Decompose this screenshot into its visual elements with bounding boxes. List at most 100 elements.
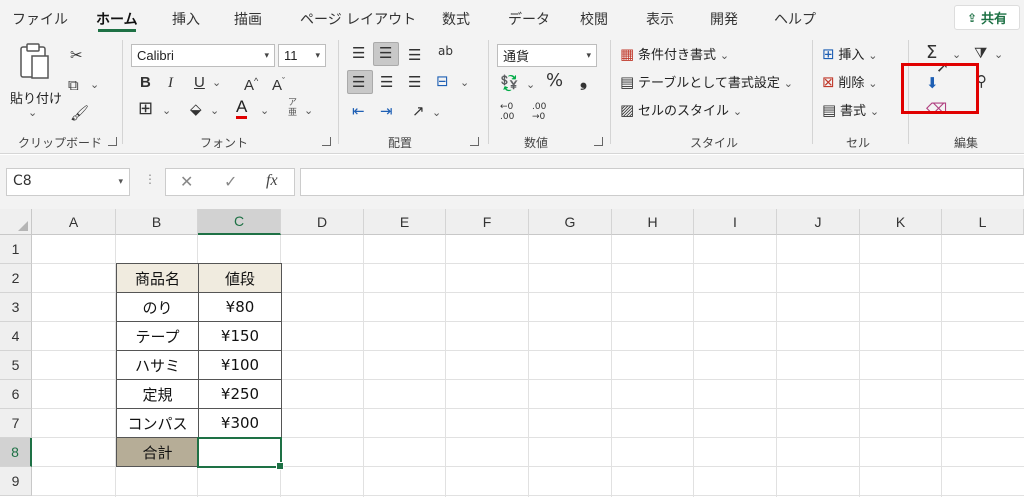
row-header-3[interactable]: 3 [0,293,32,322]
table-cell-product[interactable]: ハサミ [116,350,199,380]
decrease-font-icon[interactable]: Aˇ [272,72,285,95]
borders-icon[interactable]: ⊞ [138,100,153,118]
tab-help[interactable]: ヘルプ [774,9,816,29]
table-header-price[interactable]: 値段 [198,263,282,293]
alignment-launcher-icon[interactable] [470,137,479,146]
row-header-7[interactable]: 7 [0,409,32,438]
comma-style-icon[interactable]: ❟ [580,72,587,90]
table-total-label[interactable]: 合計 [116,437,199,467]
chevron-down-icon[interactable]: ⌄ [432,106,441,119]
column-header-k[interactable]: K [860,209,942,235]
column-header-d[interactable]: D [281,209,364,235]
share-button[interactable]: ⇪ 共有 [954,5,1020,30]
increase-decimal-icon[interactable]: ←0.00 [500,102,514,122]
align-middle-icon[interactable]: ☰ [379,44,392,62]
sort-filter-icon[interactable]: ⧩ [974,44,987,62]
decrease-decimal-icon[interactable]: .00 →0 [532,102,546,122]
insert-cells-button[interactable]: ⊞ 挿入 ⌄ [822,44,877,63]
chevron-down-icon[interactable]: ⌄ [260,104,269,117]
tab-formulas[interactable]: 数式 [442,9,470,29]
table-cell-price[interactable]: ¥250 [198,379,282,409]
insert-function-icon[interactable]: fx [266,172,278,190]
bold-icon[interactable]: B [140,74,151,92]
font-name-select[interactable]: Calibri ▾ [131,44,275,67]
copy-icon[interactable]: ⧉ [68,76,79,94]
column-header-j[interactable]: J [777,209,860,235]
column-header-a[interactable]: A [32,209,116,235]
merge-center-icon[interactable]: ⊟ [436,72,449,90]
align-left-icon[interactable]: ☰ [352,73,365,91]
format-painter-icon[interactable]: 🖌 [70,104,89,122]
wrap-text-icon[interactable]: ab [438,42,453,60]
table-cell-price[interactable]: ¥150 [198,321,282,351]
format-as-table-button[interactable]: ▤ テーブルとして書式設定 ⌄ [620,72,793,91]
tab-draw[interactable]: 描画 [234,9,262,29]
font-size-select[interactable]: 11 ▾ [278,44,326,67]
chevron-down-icon[interactable]: ⌄ [526,78,535,91]
chevron-down-icon[interactable]: ⌄ [952,48,961,61]
table-header-product[interactable]: 商品名 [116,263,199,293]
tab-home[interactable]: ホーム [96,9,138,29]
row-header-8[interactable]: 8 [0,438,32,467]
column-header-b[interactable]: B [116,209,198,235]
tab-data[interactable]: データ [508,9,550,29]
table-cell-price[interactable]: ¥80 [198,292,282,322]
table-cell-price[interactable]: ¥300 [198,408,282,438]
number-launcher-icon[interactable] [594,137,603,146]
column-header-l[interactable]: L [942,209,1024,235]
row-header-4[interactable]: 4 [0,322,32,351]
column-header-f[interactable]: F [446,209,529,235]
phonetic-icon[interactable]: ア亜 [288,98,297,118]
italic-icon[interactable]: I [168,74,173,92]
decrease-indent-icon[interactable]: ⇤ [352,102,365,120]
scissors-icon[interactable]: ✂ [70,46,83,64]
percent-icon[interactable]: % [546,72,563,90]
column-header-g[interactable]: G [529,209,612,235]
format-cells-button[interactable]: ▤ 書式 ⌄ [822,100,879,119]
increase-indent-icon[interactable]: ⇥ [380,102,393,120]
tab-review[interactable]: 校閲 [580,9,608,29]
column-header-c[interactable]: C [198,209,281,235]
column-header-e[interactable]: E [364,209,446,235]
formula-input[interactable] [300,168,1024,196]
row-header-5[interactable]: 5 [0,351,32,380]
row-header-6[interactable]: 6 [0,380,32,409]
align-center-icon[interactable]: ☰ [380,73,393,91]
column-header-i[interactable]: I [694,209,777,235]
delete-cells-button[interactable]: ⊠ 削除 ⌄ [822,72,877,91]
enter-check-icon[interactable]: ✓ [224,172,237,191]
increase-font-icon[interactable]: A^ [244,72,258,95]
align-bottom-icon[interactable]: ☰ [408,46,421,64]
row-header-9[interactable]: 9 [0,467,32,496]
chevron-down-icon[interactable]: ⌄ [90,78,99,91]
row-header-2[interactable]: 2 [0,264,32,293]
chevron-down-icon[interactable]: ⌄ [212,76,221,89]
cell-styles-button[interactable]: ▨ セルのスタイル ⌄ [620,100,742,119]
name-box[interactable]: C8 ▾ [6,168,130,196]
chevron-down-icon[interactable]: ⌄ [460,76,469,89]
table-cell-product[interactable]: 定規 [116,379,199,409]
table-cell-product[interactable]: コンパス [116,408,199,438]
tab-file[interactable]: ファイル [12,9,68,29]
chevron-down-icon[interactable]: ⌄ [304,104,313,117]
font-launcher-icon[interactable] [322,137,331,146]
tab-developer[interactable]: 開発 [710,9,738,29]
table-cell-product[interactable]: テープ [116,321,199,351]
chevron-down-icon[interactable]: ⌄ [210,104,219,117]
active-cell-c8[interactable] [197,437,284,470]
currency-format-icon[interactable]: 💱 [500,74,519,92]
select-all-corner[interactable] [0,209,32,235]
row-header-1[interactable]: 1 [0,235,32,264]
chevron-down-icon[interactable]: ⌄ [994,48,1003,61]
cancel-icon[interactable]: ✕ [180,172,193,191]
tab-page-layout[interactable]: ページ レイアウト [300,9,416,29]
tab-view[interactable]: 表示 [646,9,674,29]
column-header-h[interactable]: H [612,209,694,235]
font-color-icon[interactable]: A [236,98,248,119]
clipboard-launcher-icon[interactable] [108,137,117,146]
underline-icon[interactable]: U [194,74,205,92]
align-right-icon[interactable]: ☰ [408,73,421,91]
chevron-down-icon[interactable]: ⌄ [162,104,171,117]
number-format-select[interactable]: 通貨 ▾ [497,44,597,67]
conditional-formatting-button[interactable]: ▦ 条件付き書式 ⌄ [620,44,729,63]
